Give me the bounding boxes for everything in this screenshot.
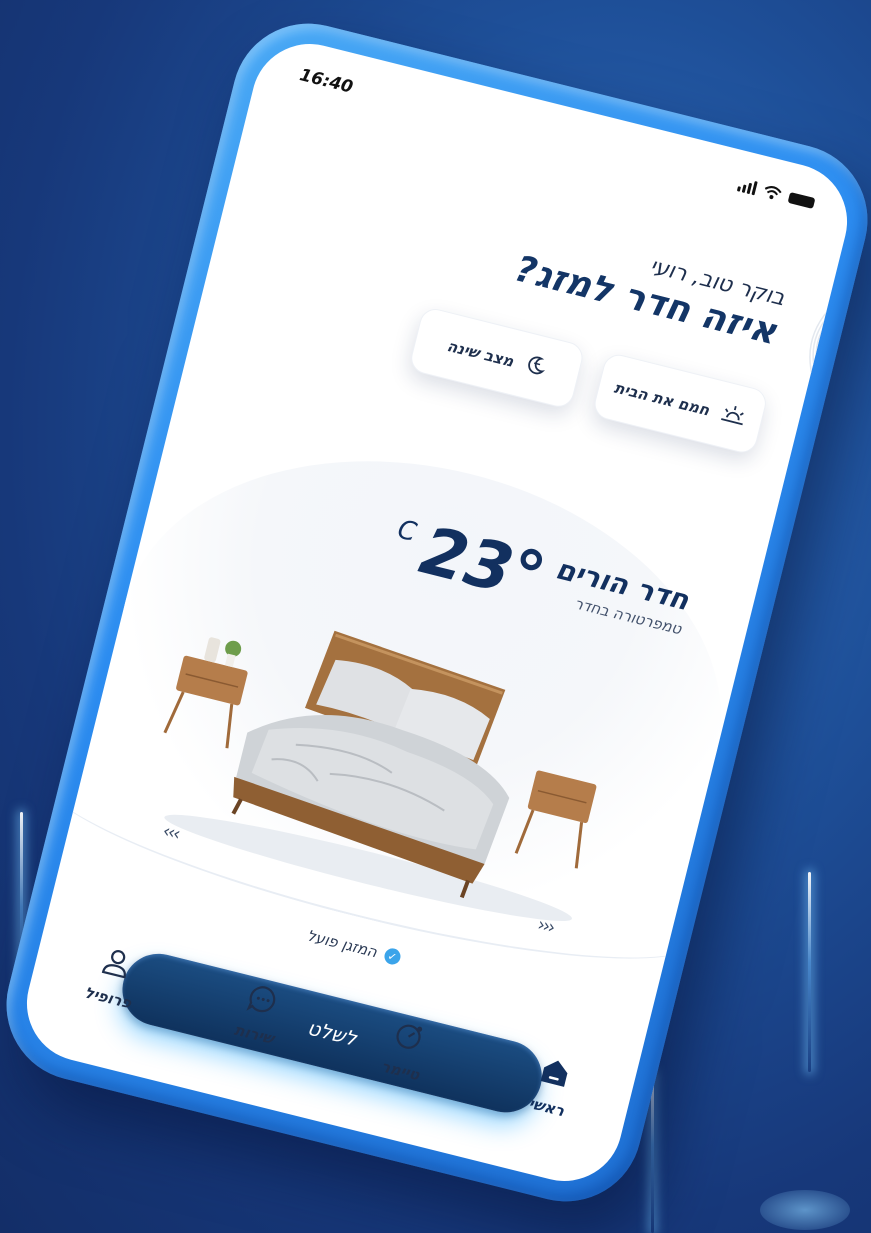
moon-sleep-icon xyxy=(522,352,550,383)
tab-home-label: ראשי xyxy=(527,1094,566,1121)
greeting-block: בוקר טוב, רועי איזה חדר למזג? xyxy=(511,222,787,353)
user-icon xyxy=(99,945,134,985)
heat-house-button[interactable]: חמם את הבית xyxy=(591,351,770,456)
sunrise-icon xyxy=(718,402,749,432)
home-icon xyxy=(537,1054,572,1094)
sleep-mode-label: מצב שינה xyxy=(445,336,516,371)
check-icon: ✓ xyxy=(382,946,402,967)
status-bar: 16:40 xyxy=(297,61,818,216)
phone-frame: 16:40 בוקר טוב, רועי איזה חדר למזג? חמם … xyxy=(0,7,871,1218)
tab-service-label: שירות xyxy=(232,1020,276,1048)
floor-glow xyxy=(760,1190,850,1230)
ac-status-text: המזגן פועל xyxy=(305,926,379,962)
status-icons xyxy=(736,177,816,209)
sleep-mode-button[interactable]: מצב שינה xyxy=(407,305,586,411)
wifi-icon xyxy=(764,186,782,200)
timer-icon xyxy=(390,1018,427,1058)
heat-house-label: חמם את הבית xyxy=(612,378,712,420)
signal-icon xyxy=(736,177,758,196)
battery-icon xyxy=(787,191,816,209)
status-time: 16:40 xyxy=(297,65,355,98)
light-beam-bottom xyxy=(651,1072,654,1233)
tab-home[interactable]: ראשי xyxy=(495,1047,603,1150)
light-beam-right xyxy=(808,872,811,1072)
chat-icon xyxy=(244,981,281,1021)
decorative-lines xyxy=(809,305,833,381)
phone-mockup: 16:40 בוקר טוב, רועי איזה חדר למזג? חמם … xyxy=(0,7,871,1218)
app-screen: 16:40 בוקר טוב, רועי איזה חדר למזג? חמם … xyxy=(14,31,860,1194)
tab-timer-label: טיימר xyxy=(379,1057,422,1085)
tab-profile-label: פרופיל xyxy=(82,983,134,1013)
tab-profile[interactable]: פרופיל xyxy=(56,937,164,1040)
